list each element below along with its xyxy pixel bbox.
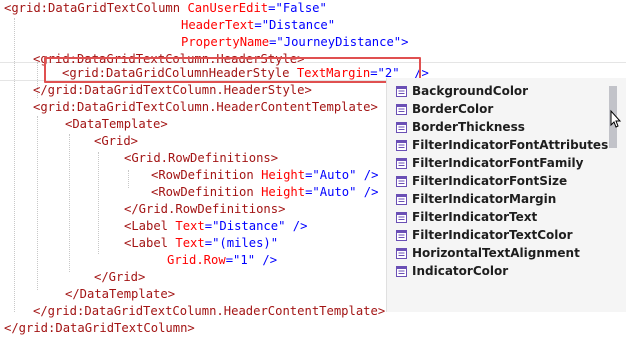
xml-attribute: CanUserEdit <box>187 1 269 15</box>
indent-guide <box>37 116 38 290</box>
code-line[interactable]: </grid:DataGridTextColumn.HeaderContentT… <box>33 302 385 320</box>
xml-value: ="1" /> <box>225 253 278 267</box>
xml-value: ="Auto" /> <box>305 185 379 199</box>
xml-attribute: PropertyName <box>181 35 270 49</box>
property-icon <box>396 158 407 169</box>
intellisense-popup[interactable]: BackgroundColor BorderColor BorderThicknes… <box>386 78 626 312</box>
completion-item-label: FilterIndicatorMargin <box>412 192 557 206</box>
xml-tag: <grid:DataGridTextColumn.HeaderContentTe… <box>33 100 378 114</box>
completion-item-label: FilterIndicatorFontFamily <box>412 156 584 170</box>
completion-item[interactable]: FilterIndicatorMargin <box>387 190 609 208</box>
completion-item-label: FilterIndicatorTextColor <box>412 228 573 242</box>
code-line[interactable]: </Grid> <box>94 268 145 286</box>
xml-tag: <Label <box>124 236 176 250</box>
code-line[interactable]: <RowDefinition Height="Auto" /> <box>151 166 378 184</box>
completion-item[interactable]: FilterIndicatorFontSize <box>387 172 609 190</box>
indent-guide <box>69 134 70 272</box>
xml-attribute: Height <box>261 168 306 182</box>
xml-tag: </Grid.RowDefinitions> <box>124 202 286 216</box>
indent-guide <box>128 170 129 188</box>
completion-item[interactable]: BorderColor <box>387 100 609 118</box>
xml-tag: <DataTemplate> <box>65 117 168 131</box>
property-icon <box>396 230 407 241</box>
property-icon <box>396 176 407 187</box>
xml-attribute: Text <box>175 236 205 250</box>
xml-value: ="Distance" /> <box>204 219 308 233</box>
code-line[interactable]: </Grid.RowDefinitions> <box>124 200 285 218</box>
code-line[interactable]: </grid:DataGridTextColumn> <box>4 319 195 337</box>
code-line[interactable]: <Label Text="Distance" /> <box>124 217 307 235</box>
property-icon <box>396 194 407 205</box>
completion-item-label: BackgroundColor <box>412 84 529 98</box>
property-icon <box>396 248 407 259</box>
completion-item-label: IndicatorColor <box>412 264 509 278</box>
completion-item[interactable]: FilterIndicatorText <box>387 208 609 226</box>
property-icon <box>396 122 407 133</box>
property-icon <box>396 86 407 97</box>
property-icon <box>396 104 407 115</box>
completion-item-label: BorderThickness <box>412 120 525 134</box>
xml-tag: <Label <box>124 219 176 233</box>
code-line[interactable]: <RowDefinition Height="Auto" /> <box>151 183 378 201</box>
completion-item[interactable]: FilterIndicatorFontFamily <box>387 154 609 172</box>
xml-attribute: Text <box>175 219 205 233</box>
completion-item-label: BorderColor <box>412 102 494 116</box>
xml-tag: </grid:DataGridTextColumn.HeaderStyle> <box>33 83 312 97</box>
completion-item[interactable]: BorderThickness <box>387 118 609 136</box>
xml-value: ="(miles)" <box>204 236 279 250</box>
code-line[interactable]: Grid.Row="1" /> <box>167 251 277 269</box>
xml-value: ="JourneyDistance"> <box>269 35 409 49</box>
xml-tag: </DataTemplate> <box>65 287 176 301</box>
completion-item-label: FilterIndicatorText <box>412 210 538 224</box>
xml-tag: </grid:DataGridTextColumn> <box>4 321 195 335</box>
xml-tag: <Grid.RowDefinitions> <box>124 151 279 165</box>
xml-tag: <grid:DataGridTextColumn <box>4 1 188 15</box>
completion-item-label: FilterIndicatorFontSize <box>412 174 568 188</box>
indent-guide <box>98 152 99 254</box>
xml-attribute: Height <box>261 185 306 199</box>
code-line[interactable]: <Grid> <box>94 132 138 150</box>
code-line[interactable]: <grid:DataGridTextColumn.HeaderContentTe… <box>33 98 378 116</box>
xml-tag: </Grid> <box>94 270 146 284</box>
xml-value: ="False" <box>268 1 327 15</box>
xml-value: ="Auto" /> <box>305 168 379 182</box>
xml-value: ="Distance" <box>254 18 336 32</box>
xml-tag: <RowDefinition <box>151 168 262 182</box>
property-icon <box>396 140 407 151</box>
property-icon <box>396 266 407 277</box>
completion-item[interactable]: IndicatorColor <box>387 262 609 280</box>
xml-attribute: Grid.Row <box>167 253 226 267</box>
code-line[interactable]: <grid:DataGridTextColumn CanUserEdit="Fa… <box>4 0 327 17</box>
xml-attribute: HeaderText <box>181 18 255 32</box>
highlight-box <box>44 57 421 83</box>
completion-item[interactable]: FilterIndicatorTextColor <box>387 226 609 244</box>
completion-item[interactable]: HorizontalTextAlignment <box>387 244 609 262</box>
code-line[interactable]: </DataTemplate> <box>65 285 175 303</box>
completion-item[interactable]: BackgroundColor <box>387 82 609 100</box>
completion-item[interactable]: FilterIndicatorFontAttributes <box>387 136 609 154</box>
property-icon <box>396 212 407 223</box>
completion-item-label: FilterIndicatorFontAttributes <box>412 138 609 152</box>
xml-tag: <RowDefinition <box>151 185 262 199</box>
code-line[interactable]: <Label Text="(miles)" <box>124 234 278 252</box>
code-line[interactable]: </grid:DataGridTextColumn.HeaderStyle> <box>33 81 312 99</box>
completion-item-label: HorizontalTextAlignment <box>412 246 580 260</box>
code-line[interactable]: <DataTemplate> <box>65 115 168 133</box>
mouse-cursor-icon <box>610 109 622 128</box>
code-line[interactable]: HeaderText="Distance" <box>181 16 335 34</box>
indent-guide <box>14 18 15 312</box>
xml-tag: <Grid> <box>94 134 139 148</box>
code-line[interactable]: PropertyName="JourneyDistance"> <box>181 33 408 51</box>
xml-tag: </grid:DataGridTextColumn.HeaderContentT… <box>33 304 386 318</box>
code-line[interactable]: <Grid.RowDefinitions> <box>124 149 278 167</box>
